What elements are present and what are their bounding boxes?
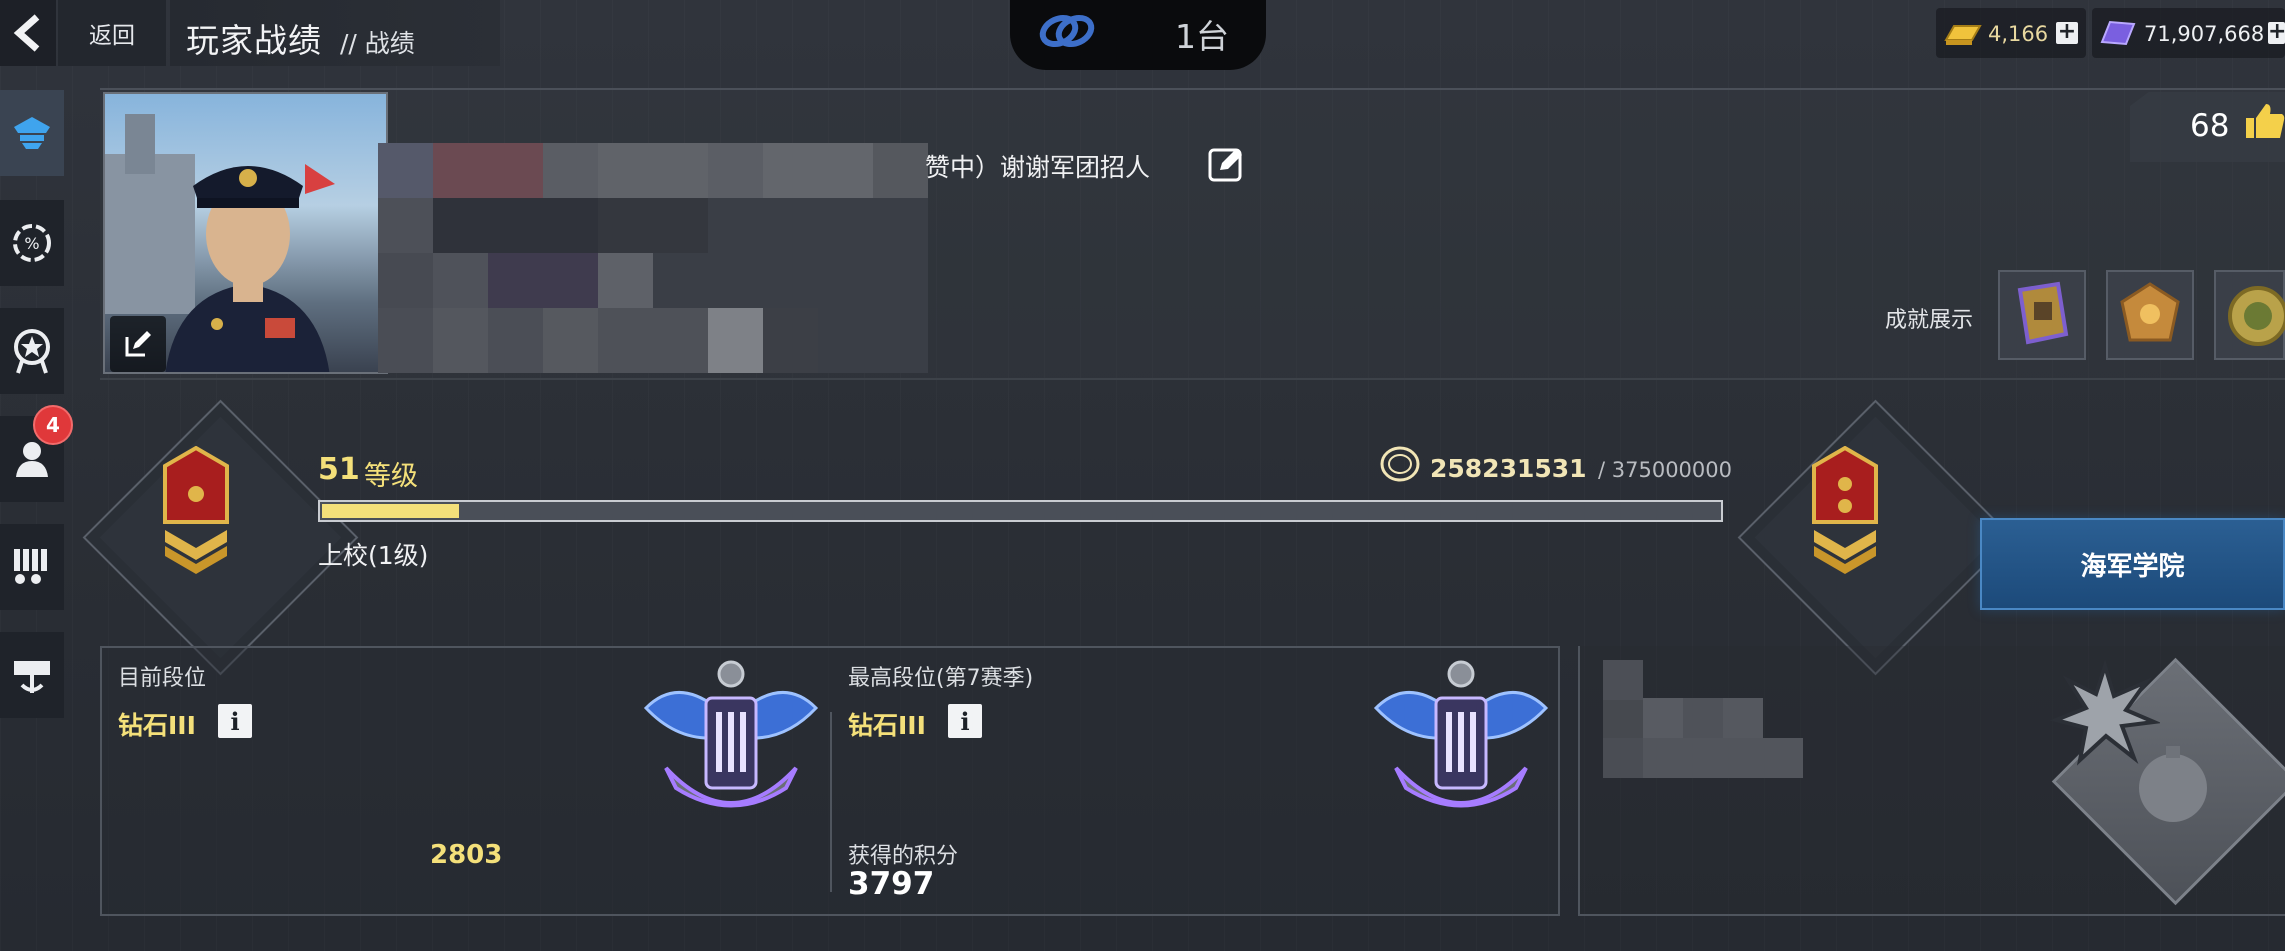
current-segment-rank: 钻石III [118, 711, 196, 740]
achievements-label: 成就展示 [1885, 308, 1974, 333]
back-button[interactable]: 返回 [58, 0, 166, 66]
add-gold-button[interactable]: + [2056, 21, 2078, 44]
status-text: 1台 [1175, 17, 1229, 56]
like-count: 68 [2190, 108, 2230, 144]
page-subtitle: // 战绩 [340, 29, 415, 58]
gem-ticket-icon [2100, 20, 2136, 46]
redacted-info-block [1603, 660, 1803, 778]
achievement-slot-1[interactable] [1998, 270, 2086, 360]
best-segment-rank: 钻石III [848, 711, 926, 740]
achievement-crest-icon [2120, 282, 2180, 342]
sidebar-item-ammo[interactable] [0, 524, 64, 610]
bomb-icon [2139, 746, 2207, 822]
gold-amount: 4,166 [1988, 22, 2049, 46]
sidebar-item-stats[interactable]: % [0, 200, 64, 286]
achievement-slot-3[interactable] [2214, 270, 2285, 360]
achievement-coin-icon [2228, 286, 2285, 346]
page-title: 玩家战绩 [186, 21, 322, 60]
current-rank-insignia [163, 446, 229, 574]
gold-bar-icon [1944, 25, 1982, 45]
sidebar-item-port[interactable] [0, 632, 64, 718]
link-icon [1039, 14, 1095, 48]
segment-divider [830, 712, 832, 892]
officer-cap-icon [14, 117, 50, 149]
current-segment-info-button[interactable]: i [218, 704, 252, 738]
xp-badge-icon [1380, 446, 1420, 482]
redacted-name-block [378, 143, 928, 373]
current-segment-score: 2803 [430, 840, 503, 870]
back-button-label: 返回 [89, 23, 135, 49]
badge-count: 4 [46, 413, 60, 437]
info-icon: i [230, 706, 240, 736]
achievement-book-icon [2017, 281, 2069, 345]
next-rank-insignia [1812, 446, 1878, 574]
sidebar-item-medals[interactable] [0, 308, 64, 394]
edit-avatar-button[interactable] [110, 316, 166, 372]
notification-badge: 4 [33, 405, 73, 445]
sidebar-item-profile[interactable] [0, 90, 64, 176]
best-segment-label: 最高段位(第7赛季) [848, 666, 1034, 691]
ammo-icon [14, 549, 47, 584]
best-points-value: 3797 [848, 866, 935, 902]
harbor-icon [14, 661, 50, 693]
achievement-slot-2[interactable] [2106, 270, 2194, 360]
naval-academy-button[interactable]: 海军学院 [1980, 518, 2285, 610]
edit-icon [125, 331, 151, 357]
info-icon: i [960, 706, 970, 736]
diamond-rank-emblem-best [1373, 660, 1549, 808]
svg-text:%: % [24, 234, 39, 253]
diamond-rank-emblem-current [643, 660, 819, 808]
xp-current: 258231531 [1430, 454, 1587, 483]
xp-progress-fill [322, 504, 459, 518]
medal-icon [14, 329, 50, 374]
edit-name-icon[interactable] [1206, 144, 1248, 186]
current-segment-label: 目前段位 [118, 666, 207, 691]
gems-amount: 71,907,668 [2144, 22, 2265, 46]
xp-max: / 375000000 [1598, 458, 1732, 482]
back-arrow-button[interactable] [0, 0, 56, 66]
naval-academy-label: 海军学院 [2080, 551, 2185, 582]
xp-progress-track [318, 500, 1723, 522]
thumbs-up-icon[interactable] [2244, 100, 2285, 142]
best-segment-info-button[interactable]: i [948, 704, 982, 738]
percent-gear-icon: % [13, 224, 51, 262]
player-name: 赞中）谢谢军团招人 [925, 153, 1151, 182]
player-level: 51 [318, 452, 360, 487]
level-unit: 等级 [364, 461, 418, 492]
chevron-left-icon [13, 14, 40, 52]
add-gems-button[interactable]: + [2268, 21, 2285, 44]
rank-name: 上校(1级) [318, 541, 429, 570]
